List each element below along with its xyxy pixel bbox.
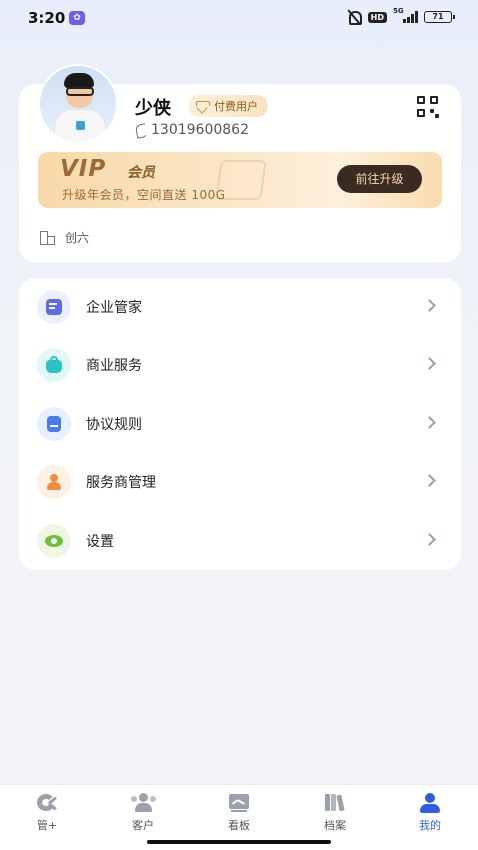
- enterprise-icon: [37, 290, 71, 324]
- status-indicators: HD 5G 71: [346, 7, 455, 25]
- hd-icon: HD: [367, 11, 387, 23]
- chevron-right-icon: [423, 357, 436, 370]
- chevron-right-icon: [423, 474, 436, 487]
- tab-label: 我的: [419, 819, 441, 832]
- diamond-icon: [196, 101, 210, 111]
- menu-card: 企业管家 商业服务 协议规则 服务商管理 设置: [19, 278, 461, 570]
- status-bar: 3:20 ✿ HD 5G 71: [0, 0, 478, 34]
- tab-manage-plus[interactable]: 管+: [17, 793, 77, 833]
- menu-item-settings[interactable]: 设置: [19, 512, 461, 570]
- chevron-right-icon: [423, 416, 436, 429]
- menu-label: 设置: [86, 534, 114, 550]
- phone-icon: [135, 124, 148, 137]
- vip-description: 升级年会员，空间直送 100G: [62, 188, 226, 202]
- vip-logo: VIP: [60, 156, 107, 182]
- menu-item-agreement[interactable]: 协议规则: [19, 395, 461, 453]
- manage-plus-icon: [35, 793, 59, 813]
- tab-label: 档案: [324, 819, 346, 832]
- app-notification-icon: ✿: [69, 11, 85, 25]
- tab-label: 看板: [228, 819, 250, 832]
- dashboard-icon: [227, 793, 251, 813]
- qr-code-icon[interactable]: [417, 96, 439, 118]
- tab-archive[interactable]: 档案: [305, 793, 365, 833]
- paid-user-label: 付费用户: [214, 100, 258, 113]
- home-indicator: [147, 840, 331, 844]
- phone-row: 13019600862: [135, 122, 249, 138]
- settings-eye-icon: [37, 524, 71, 558]
- upgrade-button[interactable]: 前往升级: [337, 165, 422, 193]
- profile-icon: [418, 793, 442, 813]
- menu-label: 商业服务: [86, 358, 142, 374]
- chevron-right-icon: [423, 299, 436, 312]
- signal-icon: 5G: [393, 7, 418, 23]
- provider-person-icon: [37, 465, 71, 499]
- vip-title: 会员: [127, 165, 155, 181]
- business-bag-icon: [37, 348, 71, 382]
- chevron-right-icon: [423, 533, 436, 546]
- menu-item-enterprise[interactable]: 企业管家: [19, 278, 461, 336]
- menu-label: 企业管家: [86, 300, 142, 316]
- tab-label: 客户: [132, 819, 154, 832]
- customers-icon: [131, 793, 156, 813]
- building-icon: [40, 230, 57, 245]
- status-time: 3:20: [28, 9, 66, 27]
- user-name: 少侠: [135, 98, 171, 119]
- phone-number: 13019600862: [151, 122, 249, 138]
- tab-profile[interactable]: 我的: [400, 793, 460, 833]
- menu-label: 协议规则: [86, 417, 142, 433]
- battery-icon: 71: [424, 11, 455, 23]
- paid-user-badge: 付费用户: [188, 95, 268, 117]
- mute-icon: [346, 10, 362, 25]
- archive-icon: [323, 793, 347, 813]
- tab-dashboard[interactable]: 看板: [209, 793, 269, 833]
- vip-banner[interactable]: VIP 会员 升级年会员，空间直送 100G 前往升级: [38, 152, 442, 208]
- menu-item-provider[interactable]: 服务商管理: [19, 453, 461, 511]
- menu-label: 服务商管理: [86, 475, 156, 491]
- menu-item-business[interactable]: 商业服务: [19, 336, 461, 394]
- organization-row[interactable]: 创六: [40, 229, 89, 246]
- tab-label: 管+: [36, 819, 58, 832]
- tab-customers[interactable]: 客户: [113, 793, 173, 833]
- organization-name: 创六: [65, 231, 90, 245]
- avatar[interactable]: [38, 64, 118, 144]
- document-icon: [37, 407, 71, 441]
